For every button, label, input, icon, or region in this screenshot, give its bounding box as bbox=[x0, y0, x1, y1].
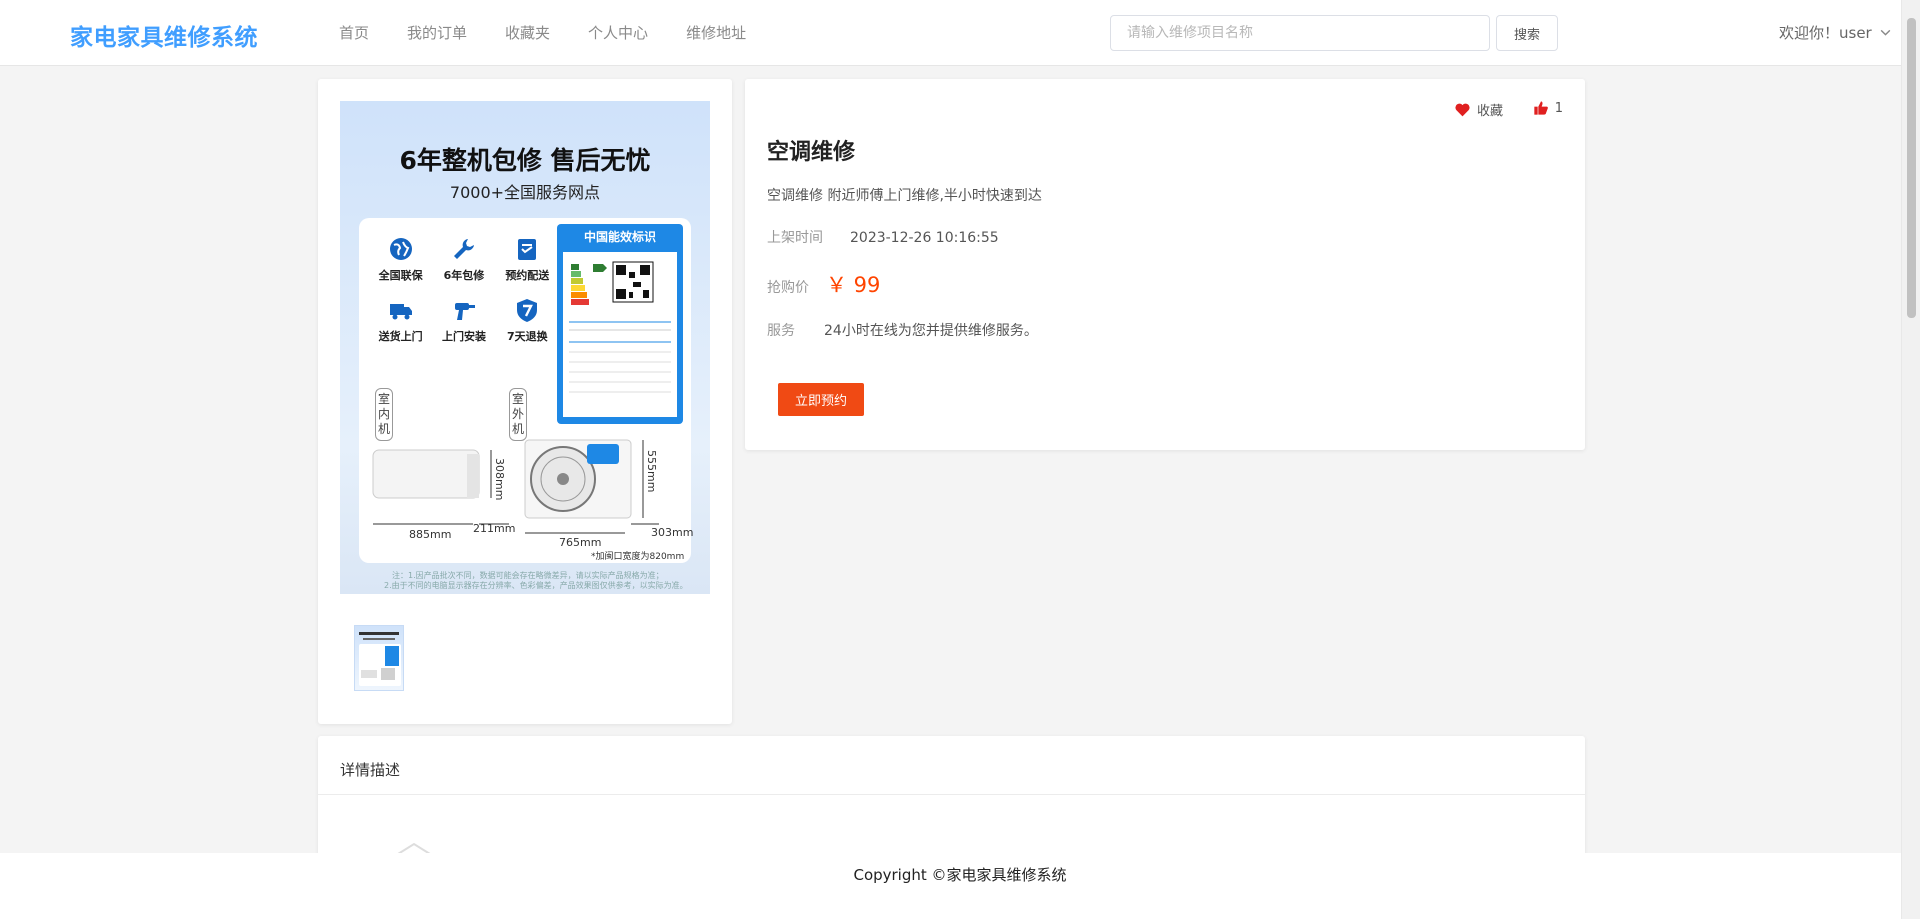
price-label: 抢购价 bbox=[767, 280, 809, 296]
outdoor-note: *加闽口宽度为820mm bbox=[591, 552, 685, 562]
book-now-button[interactable]: 立即预约 bbox=[778, 383, 864, 416]
nav-favorites[interactable]: 收藏夹 bbox=[486, 0, 569, 66]
user-menu[interactable]: 欢迎你！user bbox=[1779, 22, 1892, 43]
indoor-depth-dim: 211mm bbox=[473, 522, 516, 535]
thumbs-up-icon bbox=[1534, 101, 1548, 115]
product-description: 空调维修 附近师傅上门维修,半小时快速到达 bbox=[767, 188, 1042, 204]
outdoor-depth-dim: 303mm bbox=[651, 526, 694, 539]
footer-copyright: Copyright ©家电家具维修系统 bbox=[853, 866, 1067, 884]
search-input[interactable] bbox=[1110, 15, 1490, 51]
like-count: 1 bbox=[1554, 100, 1563, 116]
service-value: 24小时在线为您并提供维修服务。 bbox=[824, 323, 1038, 339]
product-gallery: 6年整机包修 售后无忧 7000+全国服务网点 全国联保 6年包修 预约配送 送… bbox=[318, 79, 732, 724]
search-button[interactable]: 搜索 bbox=[1496, 15, 1558, 51]
image-footnote-2: 2.由于不同的电脑显示器存在分辨率、色彩偏差，产品效果图仅供参考，以实际为准。 bbox=[384, 581, 688, 590]
chevron-down-icon bbox=[1880, 29, 1891, 36]
outdoor-height-dim: 555mm bbox=[645, 450, 658, 493]
user-greeting: 欢迎你！user bbox=[1779, 24, 1872, 42]
details-divider bbox=[318, 794, 1585, 795]
price-row: 抢购价 ￥ 99 bbox=[767, 269, 880, 299]
details-title: 详情描述 bbox=[340, 761, 401, 779]
main-nav: 首页 我的订单 收藏夹 个人中心 维修地址 bbox=[320, 0, 765, 66]
favorite-label: 收藏 bbox=[1476, 104, 1503, 119]
listed-time-row: 上架时间 2023-12-26 10:16:55 bbox=[767, 227, 999, 247]
image-headline: 6年整机包修 售后无忧 bbox=[399, 146, 651, 175]
heart-icon bbox=[1455, 103, 1470, 117]
page-scrollbar[interactable] bbox=[1901, 0, 1920, 919]
price-value: ￥ 99 bbox=[826, 273, 881, 297]
nav-my-orders[interactable]: 我的订单 bbox=[388, 0, 486, 66]
page-footer: Copyright ©家电家具维修系统 bbox=[0, 853, 1920, 919]
outdoor-width-dim: 765mm bbox=[559, 536, 602, 549]
ac-units-illustration bbox=[372, 439, 659, 534]
image-subline: 7000+全国服务网点 bbox=[449, 183, 601, 202]
scrollbar-thumb[interactable] bbox=[1907, 18, 1916, 318]
image-spec-panel: 全国联保 6年包修 预约配送 送货上门 上门安装 7天退换 中国能效标识 室内机… bbox=[359, 218, 694, 563]
listed-time-label: 上架时间 bbox=[767, 230, 823, 246]
product-title: 空调维修 bbox=[767, 140, 856, 165]
top-header: 家电家具维修系统 首页 我的订单 收藏夹 个人中心 维修地址 搜索 欢迎你！us… bbox=[0, 0, 1920, 66]
listed-time-value: 2023-12-26 10:16:55 bbox=[850, 230, 999, 246]
site-logo[interactable]: 家电家具维修系统 bbox=[70, 18, 258, 52]
favorite-button[interactable]: 收藏 bbox=[1454, 100, 1503, 119]
product-info: 收藏 1 空调维修 空调维修 附近师傅上门维修,半小时快速到达 上架时间 202… bbox=[745, 79, 1585, 450]
indoor-width-dim: 885mm bbox=[409, 528, 452, 541]
service-label: 服务 bbox=[767, 323, 795, 339]
indoor-height-dim: 308mm bbox=[493, 458, 506, 501]
product-thumbnail[interactable] bbox=[354, 625, 404, 691]
like-button[interactable]: 1 bbox=[1533, 100, 1563, 116]
nav-home[interactable]: 首页 bbox=[320, 0, 388, 66]
nav-personal-center[interactable]: 个人中心 bbox=[569, 0, 667, 66]
product-main-image: 6年整机包修 售后无忧 7000+全国服务网点 全国联保 6年包修 预约配送 送… bbox=[340, 101, 710, 594]
nav-repair-address[interactable]: 维修地址 bbox=[667, 0, 765, 66]
service-row: 服务 24小时在线为您并提供维修服务。 bbox=[767, 320, 1038, 340]
